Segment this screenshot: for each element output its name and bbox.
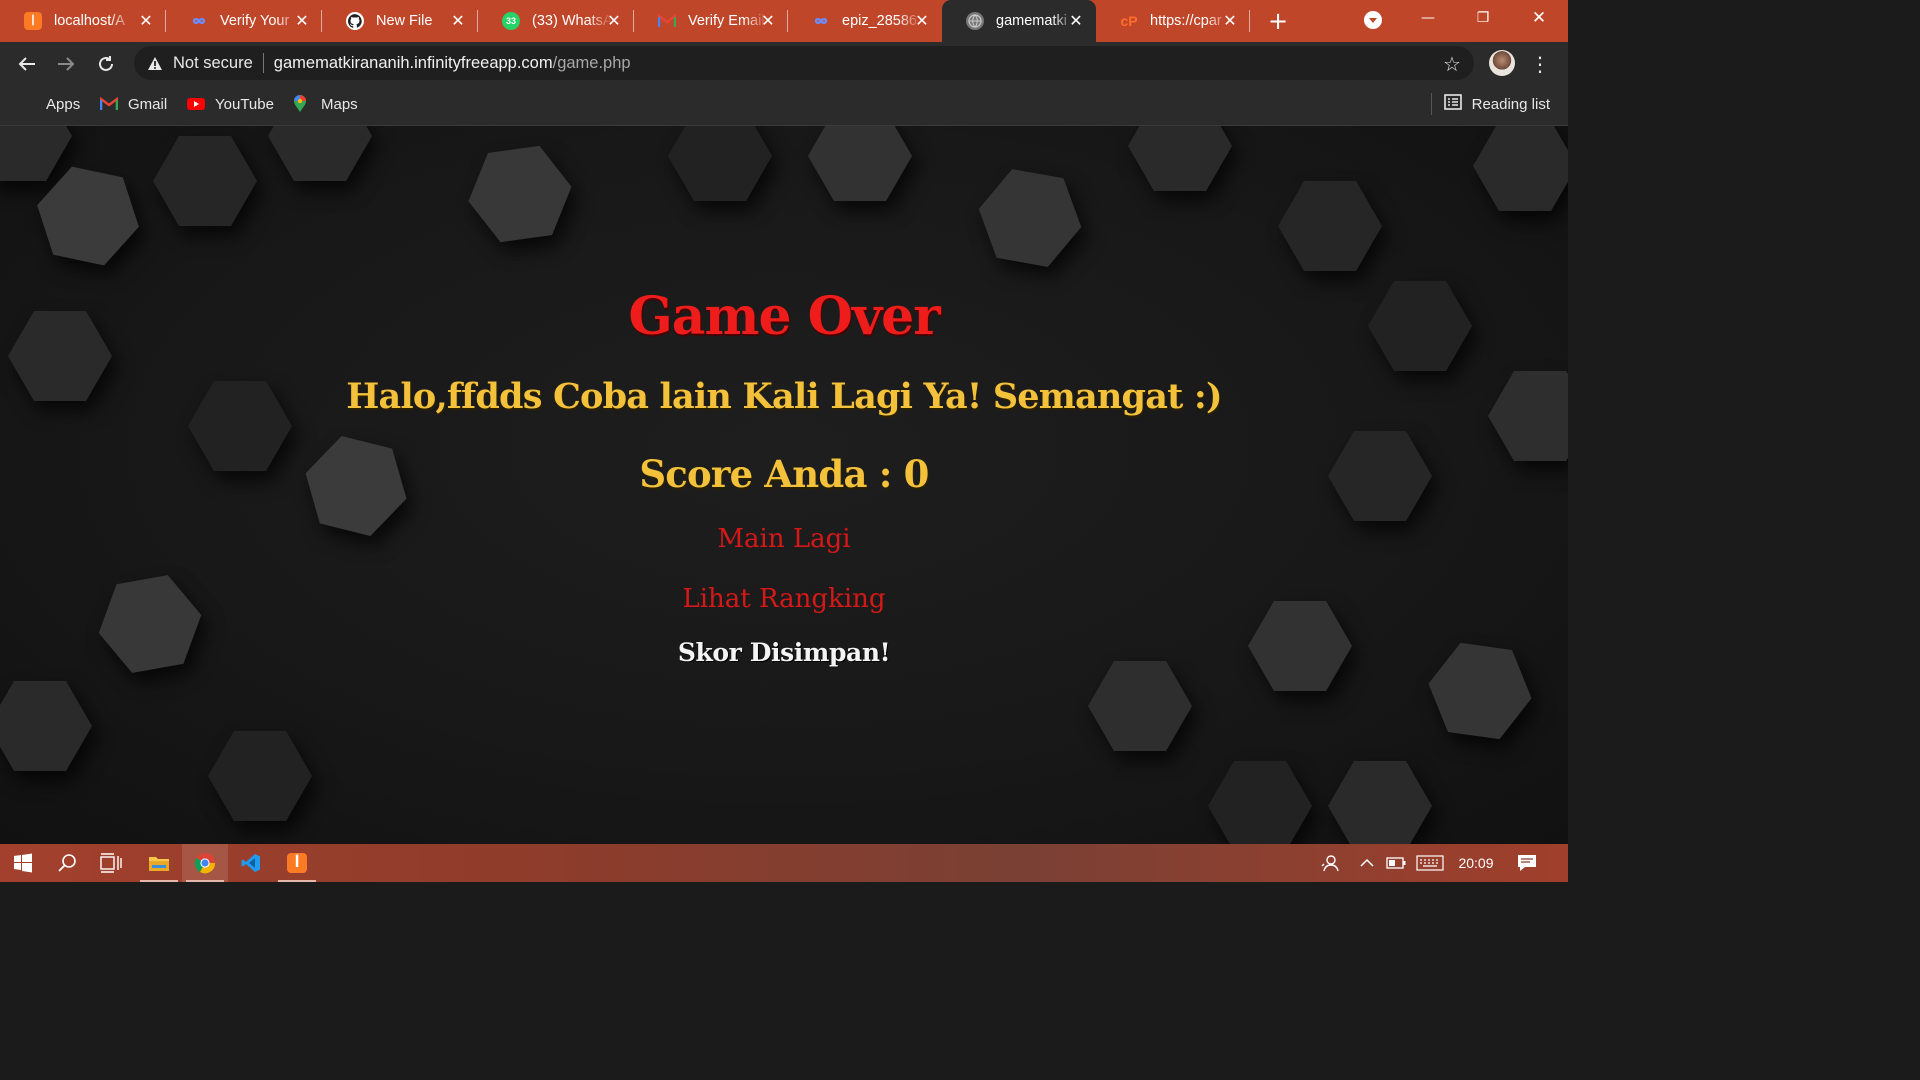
whatsapp-icon: 33 (502, 12, 520, 30)
file-explorer-icon[interactable] (136, 844, 182, 882)
tab-new-file[interactable]: New File ✕ (322, 0, 478, 42)
tab-search-dropdown-icon[interactable] (1364, 11, 1382, 29)
bookmark-label: Maps (321, 95, 358, 113)
tab-verify-email[interactable]: Verify Email ✕ (634, 0, 788, 42)
bookmark-youtube[interactable]: YouTube (187, 93, 274, 115)
cpanel-icon: cP (1120, 13, 1138, 29)
tab-localhost[interactable]: ꟾ localhost/A ✕ (0, 0, 166, 42)
windows-taskbar: ꟾ 20:09 (0, 844, 1568, 882)
tab-label: Verify Your (220, 13, 290, 29)
bookmarks-bar: Apps Gmail YouTube Maps Reading list (0, 84, 1568, 126)
infinityfree-icon (812, 12, 830, 30)
notification-icon[interactable] (1512, 844, 1542, 882)
tab-label: epiz_28586 (842, 13, 917, 29)
browser-toolbar: Not secure gamematkirananih.infinityfree… (0, 42, 1568, 84)
address-bar[interactable]: Not secure gamematkirananih.infinityfree… (134, 46, 1474, 80)
back-button[interactable] (13, 50, 41, 78)
reading-list-button[interactable]: Reading list (1430, 93, 1550, 115)
chrome-icon[interactable] (182, 844, 228, 882)
tab-label: New File (376, 13, 433, 29)
bookmark-label: Gmail (128, 95, 168, 113)
game-page: Game Over Halo,ffdds Coba lain Kali Lagi… (0, 126, 1568, 844)
reading-list-label: Reading list (1471, 95, 1550, 113)
tab-label: localhost/A (54, 13, 125, 29)
tab-epiz[interactable]: epiz_28586 ✕ (788, 0, 942, 42)
warning-icon[interactable] (146, 54, 164, 72)
view-ranking-link[interactable]: Lihat Rangking (0, 584, 1568, 614)
bookmark-gmail[interactable]: Gmail (99, 93, 168, 115)
bookmark-label: YouTube (215, 95, 274, 113)
vscode-icon[interactable] (228, 844, 274, 882)
tab-strip: ꟾ localhost/A ✕ Verify Your ✕ New File ✕… (0, 0, 1568, 42)
tab-separator (1249, 10, 1250, 32)
tab-verify-your[interactable]: Verify Your ✕ (166, 0, 322, 42)
new-tab-button[interactable]: + (1264, 7, 1292, 35)
bookmark-maps[interactable]: Maps (293, 93, 358, 115)
close-icon[interactable]: ✕ (604, 11, 624, 31)
reading-list-icon (1443, 94, 1462, 114)
task-view-icon[interactable] (88, 844, 134, 882)
globe-icon (966, 12, 984, 30)
tab-whatsapp[interactable]: 33 (33) WhatsA ✕ (478, 0, 634, 42)
close-icon[interactable]: ✕ (1220, 11, 1240, 31)
youtube-icon (187, 95, 205, 113)
xampp-icon: ꟾ (24, 12, 42, 30)
forward-button[interactable] (52, 50, 80, 78)
close-icon[interactable]: ✕ (448, 11, 468, 31)
restore-button[interactable]: ❐ (1460, 0, 1506, 36)
maps-icon (293, 95, 311, 113)
reload-button[interactable] (92, 50, 120, 78)
close-icon[interactable]: ✕ (1066, 11, 1086, 31)
apps-grid-icon (18, 95, 36, 113)
divider (1430, 93, 1432, 115)
infinityfree-icon (190, 12, 208, 30)
tab-cpanel[interactable]: cP https://cpar ✕ (1096, 0, 1250, 42)
tab-label: https://cpar (1150, 13, 1222, 29)
keyboard-icon[interactable] (1414, 844, 1446, 882)
battery-icon[interactable] (1384, 844, 1408, 882)
tab-label: Verify Email (688, 13, 765, 29)
start-icon[interactable] (0, 844, 46, 882)
close-window-button[interactable]: ✕ (1516, 0, 1562, 36)
clock[interactable]: 20:09 (1452, 844, 1500, 882)
profile-avatar[interactable] (1489, 50, 1515, 76)
people-icon[interactable] (1316, 844, 1344, 882)
minimize-button[interactable]: — (1405, 0, 1451, 36)
xampp-icon[interactable]: ꟾ (274, 844, 320, 882)
score-saved-notice: Skor Disimpan! (677, 638, 891, 667)
url-host[interactable]: gamematkirananih.infinityfreeapp.com (274, 54, 553, 73)
chevron-up-icon[interactable] (1356, 844, 1378, 882)
gmail-icon (99, 95, 119, 113)
github-icon (346, 12, 364, 30)
game-over-title: Game Over (628, 286, 940, 347)
security-status[interactable]: Not secure (173, 54, 253, 73)
close-icon[interactable]: ✕ (136, 11, 156, 31)
tab-gamematki-active[interactable]: gamematki ✕ (942, 0, 1096, 42)
divider (262, 53, 264, 73)
search-icon[interactable] (44, 844, 90, 882)
bookmark-label: Apps (46, 95, 81, 113)
close-icon[interactable]: ✕ (292, 11, 312, 31)
tab-label: gamematki (996, 13, 1067, 29)
menu-kebab-icon[interactable]: ⋮ (1530, 52, 1550, 76)
encouragement-message: Halo,ffdds Coba lain Kali Lagi Ya! Seman… (346, 376, 1222, 417)
tab-label: (33) WhatsA (532, 13, 612, 29)
url-path[interactable]: /game.php (553, 54, 631, 73)
gmail-icon (658, 12, 676, 30)
close-icon[interactable]: ✕ (758, 11, 778, 31)
close-icon[interactable]: ✕ (912, 11, 932, 31)
play-again-link[interactable]: Main Lagi (0, 524, 1568, 554)
bookmark-apps[interactable]: Apps (18, 93, 80, 115)
score-display: Score Anda : 0 (639, 452, 929, 496)
bookmark-star-icon[interactable]: ☆ (1440, 52, 1464, 76)
